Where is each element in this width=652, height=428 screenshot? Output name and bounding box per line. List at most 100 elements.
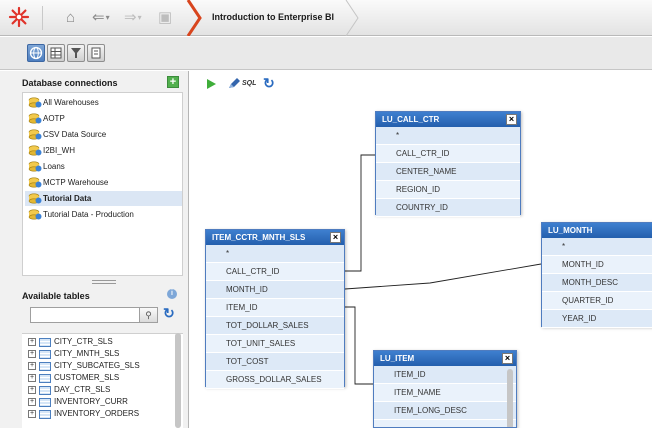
connection-item[interactable]: I2BI_WH (25, 143, 182, 158)
expand-icon[interactable]: + (28, 374, 36, 382)
table-title: ITEM_CCTR_MNTH_SLS (212, 233, 306, 242)
column-row[interactable]: * (542, 238, 652, 256)
column-row[interactable]: CALL_CTR_ID (206, 263, 344, 281)
connection-item[interactable]: Loans (25, 159, 182, 174)
table-title: LU_ITEM (380, 354, 415, 363)
column-row[interactable]: REGION_ID (376, 181, 520, 199)
close-icon[interactable]: × (330, 232, 341, 243)
table-lu-month[interactable]: LU_MONTH * MONTH_ID MONTH_DESC QUARTER_ID YE… (541, 222, 652, 328)
connection-item[interactable]: CSV Data Source (25, 127, 182, 142)
column-row[interactable]: GROSS_DOLLAR_SALES (206, 371, 344, 389)
table-title-bar[interactable]: LU_ITEM × (374, 351, 516, 366)
expand-icon[interactable]: + (28, 410, 36, 418)
table-scrollbar[interactable] (507, 369, 513, 427)
column-row[interactable]: QUARTER_ID (542, 292, 652, 310)
expand-icon[interactable]: + (28, 338, 36, 346)
expand-icon[interactable]: + (28, 350, 36, 358)
search-button[interactable]: ⚲ (139, 307, 158, 323)
top-toolbar: ⌂ ⇐▾ ⇒▾ ▣ Introduction to Enterprise BI (0, 0, 652, 36)
table-icon (39, 374, 51, 383)
table-title-bar[interactable]: LU_MONTH (542, 223, 652, 238)
column-row[interactable]: MONTH_ID (542, 256, 652, 274)
table-lu-call-ctr[interactable]: LU_CALL_CTR × * CALL_CTR_ID CENTER_NAME REGI… (375, 111, 521, 217)
database-icon (28, 113, 42, 124)
connection-item[interactable]: AOTP (25, 111, 182, 126)
sql-label[interactable]: SQL (242, 80, 256, 87)
column-row[interactable]: MONTH_ID (206, 281, 344, 299)
column-row[interactable]: ITEM_LONG_DESC (374, 402, 516, 420)
table-name: CITY_SUBCATEG_SLS (54, 361, 140, 370)
refresh-icon: ↻ (163, 305, 175, 321)
breadcrumb[interactable]: Introduction to Enterprise BI (212, 12, 334, 22)
table-icon (39, 398, 51, 407)
close-icon[interactable]: × (502, 353, 513, 364)
column-row[interactable]: ITEM_ID (374, 366, 516, 384)
tables-scrollbar[interactable] (175, 333, 181, 428)
expand-icon[interactable]: + (28, 398, 36, 406)
forward-arrow-icon[interactable]: ⇒▾ (124, 8, 142, 28)
refresh-icon[interactable]: ↻ (263, 75, 275, 92)
table-list-item[interactable]: + DAY_CTR_SLS (28, 384, 168, 396)
column-row[interactable]: TOT_UNIT_SALES (206, 335, 344, 353)
column-row[interactable]: * (376, 127, 520, 145)
refresh-tables-button[interactable]: ↻ (163, 305, 175, 322)
table-lu-item[interactable]: LU_ITEM × ITEM_ID ITEM_NAME ITEM_LONG_DESC (373, 350, 517, 428)
scrollbar-thumb[interactable] (175, 333, 181, 428)
up-folder-icon[interactable]: ▣ (158, 8, 172, 28)
table-list-item[interactable]: + CUSTOMER_SLS (28, 372, 168, 384)
table-name: INVENTORY_ORDERS (54, 409, 140, 418)
filter-icon (71, 48, 81, 58)
run-icon[interactable] (205, 78, 217, 90)
table-item-cctr-mnth-sls[interactable]: ITEM_CCTR_MNTH_SLS × * CALL_CTR_ID MONTH_ID… (205, 229, 345, 389)
edit-sql-icon[interactable] (227, 77, 241, 91)
table-title-bar[interactable]: LU_CALL_CTR × (376, 112, 520, 127)
close-icon[interactable]: × (506, 114, 517, 125)
column-row[interactable]: ITEM_ID (206, 299, 344, 317)
table-icon (39, 350, 51, 359)
table-list-item[interactable]: + INVENTORY_ORDERS (28, 408, 168, 420)
column-row[interactable]: YEAR_ID (542, 310, 652, 328)
info-icon[interactable]: i (167, 289, 177, 299)
database-icon (28, 97, 42, 108)
logo-starburst-icon[interactable] (8, 6, 30, 28)
database-icon (28, 193, 42, 204)
database-view-button[interactable] (27, 44, 45, 62)
table-name: DAY_CTR_SLS (54, 385, 111, 394)
tables-header: Available tables (22, 291, 90, 301)
column-row[interactable]: * (206, 245, 344, 263)
toolbar-divider (42, 6, 43, 30)
options-button[interactable] (87, 44, 105, 62)
column-row[interactable]: CALL_CTR_ID (376, 145, 520, 163)
connection-item[interactable]: Tutorial Data (25, 191, 182, 206)
connection-label: Tutorial Data - Production (43, 210, 134, 219)
table-list-item[interactable]: + CITY_SUBCATEG_SLS (28, 360, 168, 372)
grid-view-button[interactable] (47, 44, 65, 62)
connection-item[interactable]: MCTP Warehouse (25, 175, 182, 190)
expand-icon[interactable]: + (28, 362, 36, 370)
connection-item[interactable]: Tutorial Data - Production (25, 207, 182, 222)
table-list-item[interactable]: + CITY_CTR_SLS (28, 336, 168, 348)
column-row[interactable]: TOT_COST (206, 353, 344, 371)
column-row[interactable]: ITEM_NAME (374, 384, 516, 402)
column-row[interactable]: COUNTRY_ID (376, 199, 520, 217)
table-name: CITY_CTR_SLS (54, 337, 113, 346)
column-row[interactable]: MONTH_DESC (542, 274, 652, 292)
connection-label: All Warehouses (43, 98, 99, 107)
column-row[interactable]: TOT_DOLLAR_SALES (206, 317, 344, 335)
panel-splitter-handle[interactable] (92, 280, 116, 284)
filter-button[interactable] (67, 44, 85, 62)
connection-item[interactable]: All Warehouses (25, 95, 182, 110)
table-list-item[interactable]: + INVENTORY_CURR (28, 396, 168, 408)
chevron-down-icon[interactable]: ▾ (106, 13, 110, 22)
table-name: CUSTOMER_SLS (54, 373, 120, 382)
connection-label: I2BI_WH (43, 146, 76, 155)
table-title-bar[interactable]: ITEM_CCTR_MNTH_SLS × (206, 230, 344, 245)
expand-icon[interactable]: + (28, 386, 36, 394)
database-icon (28, 209, 42, 220)
table-list-item[interactable]: + CITY_MNTH_SLS (28, 348, 168, 360)
home-icon[interactable]: ⌂ (66, 8, 75, 28)
back-arrow-icon[interactable]: ⇐▾ (92, 8, 110, 28)
column-row[interactable]: CENTER_NAME (376, 163, 520, 181)
add-connection-button[interactable]: + (167, 76, 179, 88)
table-name: CITY_MNTH_SLS (54, 349, 120, 358)
